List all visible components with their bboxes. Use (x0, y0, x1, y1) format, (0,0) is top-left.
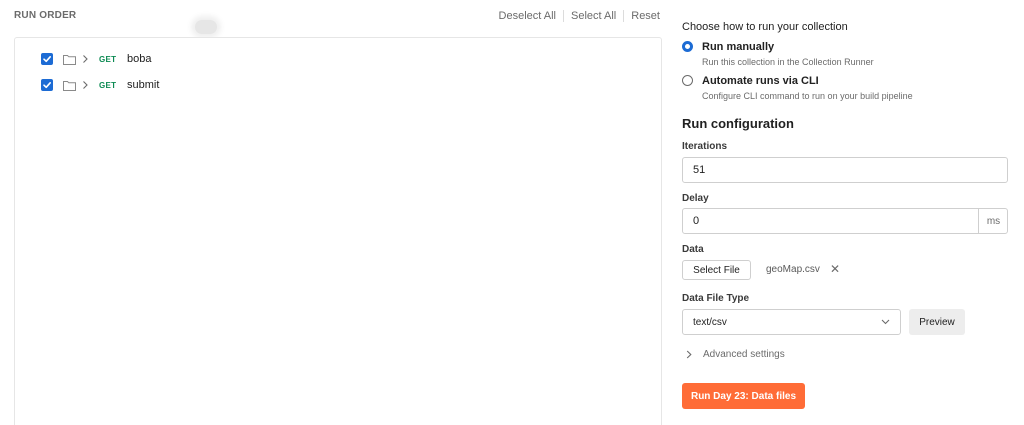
divider (623, 10, 625, 22)
run-manually-radio[interactable] (682, 41, 693, 52)
run-settings-pane: Choose how to run your collection Run ma… (682, 0, 1012, 425)
request-method: GET (99, 54, 117, 64)
collection-runner: RUN ORDER Deselect All Select All Reset (0, 0, 1024, 425)
select-all-button[interactable]: Select All (571, 10, 616, 22)
automate-cli-label[interactable]: Automate runs via CLI (702, 75, 819, 87)
run-mode-heading: Choose how to run your collection (682, 21, 848, 33)
data-file-type-select[interactable]: text/csv (682, 309, 901, 335)
deselect-all-button[interactable]: Deselect All (499, 10, 556, 22)
chevron-right-icon[interactable] (81, 54, 89, 64)
run-order-list: GET boba GET submit (14, 37, 662, 425)
list-item[interactable]: GET boba (41, 51, 151, 67)
data-file-type-value: text/csv (693, 316, 727, 328)
advanced-settings-label: Advanced settings (703, 349, 785, 360)
drag-handle[interactable] (195, 20, 217, 34)
delay-unit: ms (978, 208, 1008, 234)
chevron-right-icon (686, 350, 692, 359)
run-order-title: RUN ORDER (14, 10, 77, 21)
run-order-header: RUN ORDER Deselect All Select All Reset (14, 10, 662, 24)
checkmark-icon (43, 82, 51, 89)
chevron-right-icon[interactable] (81, 80, 89, 90)
delay-label: Delay (682, 193, 709, 204)
reset-button[interactable]: Reset (631, 10, 660, 22)
list-item[interactable]: GET submit (41, 77, 159, 93)
chevron-down-icon (881, 319, 890, 325)
request-name: submit (127, 79, 160, 91)
delay-input[interactable] (682, 208, 1008, 234)
run-order-actions: Deselect All Select All Reset (499, 10, 660, 22)
iterations-label: Iterations (682, 141, 728, 152)
request-method: GET (99, 80, 117, 90)
automate-cli-radio[interactable] (682, 75, 693, 86)
preview-button[interactable]: Preview (909, 309, 965, 335)
request-name: boba (127, 53, 152, 65)
advanced-settings-toggle[interactable]: Advanced settings (686, 349, 785, 360)
automate-cli-description: Configure CLI command to run on your bui… (702, 91, 913, 101)
checkmark-icon (43, 56, 51, 63)
close-icon[interactable]: ✕ (830, 262, 840, 276)
request-checkbox[interactable] (41, 53, 53, 65)
run-manually-label[interactable]: Run manually (702, 41, 774, 53)
run-manually-description: Run this collection in the Collection Ru… (702, 57, 874, 67)
request-checkbox[interactable] (41, 79, 53, 91)
iterations-input[interactable] (682, 157, 1008, 183)
selected-file-name: geoMap.csv (766, 264, 820, 275)
select-file-button[interactable]: Select File (682, 260, 751, 280)
run-collection-button[interactable]: Run Day 23: Data files (682, 383, 805, 409)
folder-icon (63, 54, 76, 65)
run-configuration-title: Run configuration (682, 116, 794, 131)
run-order-pane: RUN ORDER Deselect All Select All Reset (0, 0, 670, 425)
divider (563, 10, 564, 22)
folder-icon (63, 80, 76, 91)
data-label: Data (682, 244, 704, 255)
data-file-type-label: Data File Type (682, 293, 750, 304)
